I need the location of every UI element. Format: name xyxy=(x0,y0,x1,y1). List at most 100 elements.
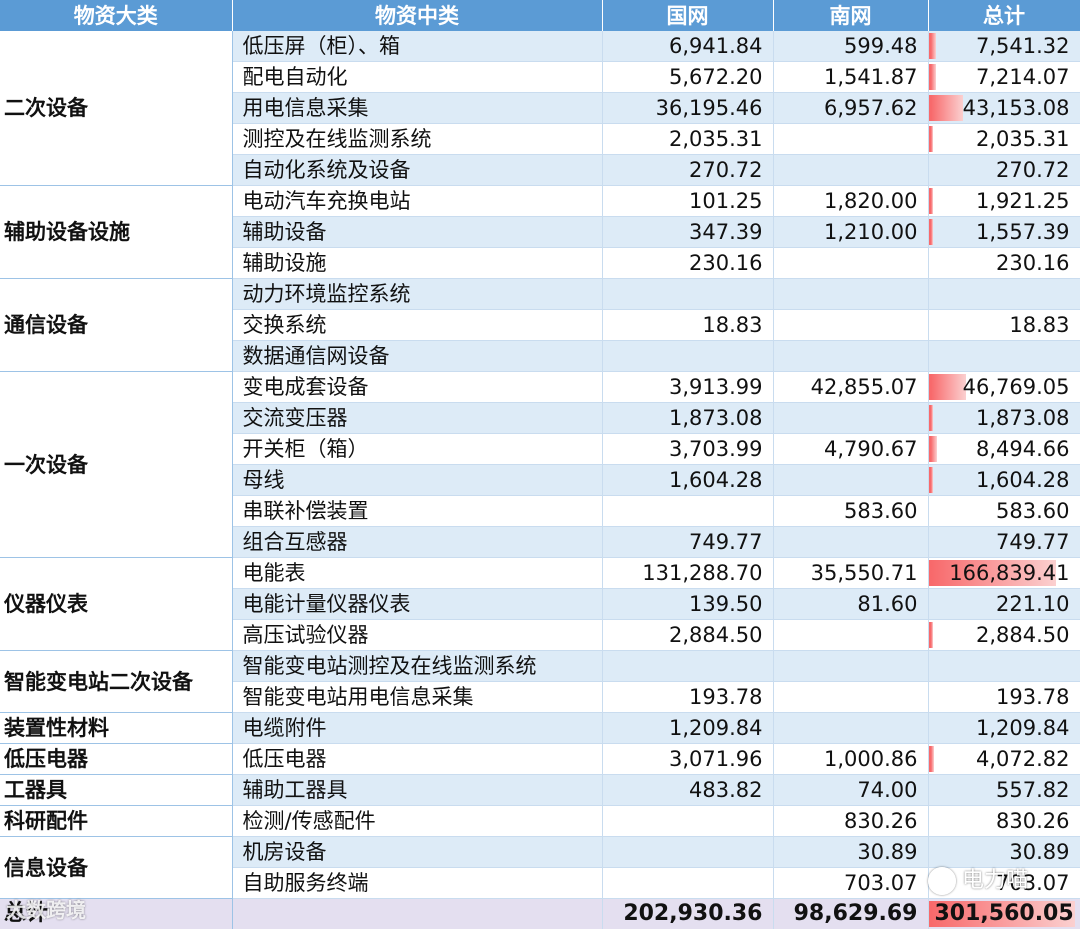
sgcc-cell[interactable]: 270.72 xyxy=(602,155,773,186)
header-subcategory[interactable]: 物资中类 xyxy=(232,0,602,31)
csg-cell[interactable]: 583.60 xyxy=(773,496,928,527)
sgcc-cell[interactable]: 6,941.84 xyxy=(602,31,773,62)
total-cell[interactable] xyxy=(928,651,1080,682)
sgcc-cell[interactable]: 36,195.46 xyxy=(602,93,773,124)
csg-cell[interactable]: 74.00 xyxy=(773,775,928,806)
total-cell[interactable]: 1,209.84 xyxy=(928,713,1080,744)
subcategory-cell[interactable]: 变电成套设备 xyxy=(232,372,602,403)
total-cell[interactable]: 43,153.08 xyxy=(928,93,1080,124)
subcategory-cell[interactable]: 电动汽车充换电站 xyxy=(232,186,602,217)
csg-cell[interactable]: 1,210.00 xyxy=(773,217,928,248)
csg-cell[interactable] xyxy=(773,248,928,279)
total-cell[interactable]: 583.60 xyxy=(928,496,1080,527)
total-cell[interactable]: 8,494.66 xyxy=(928,434,1080,465)
total-cell[interactable]: 270.72 xyxy=(928,155,1080,186)
csg-cell[interactable] xyxy=(773,713,928,744)
category-cell[interactable]: 工器具 xyxy=(0,775,232,806)
sgcc-cell[interactable]: 483.82 xyxy=(602,775,773,806)
header-sgcc[interactable]: 国网 xyxy=(602,0,773,31)
total-cell[interactable]: 166,839.41 xyxy=(928,558,1080,589)
subcategory-cell[interactable]: 数据通信网设备 xyxy=(232,341,602,372)
category-cell[interactable]: 装置性材料 xyxy=(0,713,232,744)
total-cell[interactable]: 7,214.07 xyxy=(928,62,1080,93)
sgcc-cell[interactable]: 101.25 xyxy=(602,186,773,217)
csg-cell[interactable]: 6,957.62 xyxy=(773,93,928,124)
grand-total-csg[interactable]: 98,629.69 xyxy=(773,899,928,929)
sgcc-cell[interactable]: 193.78 xyxy=(602,682,773,713)
subcategory-cell[interactable]: 电能表 xyxy=(232,558,602,589)
total-cell[interactable]: 749.77 xyxy=(928,527,1080,558)
csg-cell[interactable] xyxy=(773,465,928,496)
csg-cell[interactable]: 42,855.07 xyxy=(773,372,928,403)
csg-cell[interactable]: 30.89 xyxy=(773,837,928,868)
sgcc-cell[interactable] xyxy=(602,806,773,837)
header-csg[interactable]: 南网 xyxy=(773,0,928,31)
total-cell[interactable]: 230.16 xyxy=(928,248,1080,279)
sgcc-cell[interactable] xyxy=(602,651,773,682)
subcategory-cell[interactable]: 自助服务终端 xyxy=(232,868,602,899)
category-cell[interactable]: 仪器仪表 xyxy=(0,558,232,651)
category-cell[interactable]: 二次设备 xyxy=(0,31,232,186)
total-cell[interactable]: 2,035.31 xyxy=(928,124,1080,155)
sgcc-cell[interactable]: 1,209.84 xyxy=(602,713,773,744)
grand-total-total[interactable]: 301,560.05 xyxy=(928,899,1080,929)
subcategory-cell[interactable]: 串联补偿装置 xyxy=(232,496,602,527)
total-cell[interactable]: 557.82 xyxy=(928,775,1080,806)
csg-cell[interactable]: 1,820.00 xyxy=(773,186,928,217)
csg-cell[interactable]: 81.60 xyxy=(773,589,928,620)
subcategory-cell[interactable]: 电缆附件 xyxy=(232,713,602,744)
subcategory-cell[interactable]: 高压试验仪器 xyxy=(232,620,602,651)
csg-cell[interactable]: 599.48 xyxy=(773,31,928,62)
subcategory-cell[interactable]: 交流变压器 xyxy=(232,403,602,434)
subcategory-cell[interactable]: 测控及在线监测系统 xyxy=(232,124,602,155)
sgcc-cell[interactable]: 139.50 xyxy=(602,589,773,620)
csg-cell[interactable]: 1,000.86 xyxy=(773,744,928,775)
sgcc-cell[interactable] xyxy=(602,496,773,527)
subcategory-cell[interactable]: 智能变电站测控及在线监测系统 xyxy=(232,651,602,682)
total-cell[interactable]: 221.10 xyxy=(928,589,1080,620)
sgcc-cell[interactable]: 2,884.50 xyxy=(602,620,773,651)
total-cell[interactable] xyxy=(928,341,1080,372)
total-cell[interactable]: 1,873.08 xyxy=(928,403,1080,434)
sgcc-cell[interactable]: 3,703.99 xyxy=(602,434,773,465)
total-cell[interactable]: 46,769.05 xyxy=(928,372,1080,403)
subcategory-cell[interactable]: 配电自动化 xyxy=(232,62,602,93)
total-cell[interactable]: 1,921.25 xyxy=(928,186,1080,217)
sgcc-cell[interactable]: 347.39 xyxy=(602,217,773,248)
sgcc-cell[interactable] xyxy=(602,279,773,310)
total-cell[interactable]: 4,072.82 xyxy=(928,744,1080,775)
subcategory-cell[interactable]: 辅助设施 xyxy=(232,248,602,279)
csg-cell[interactable] xyxy=(773,620,928,651)
subcategory-cell[interactable]: 组合互感器 xyxy=(232,527,602,558)
csg-cell[interactable] xyxy=(773,651,928,682)
sgcc-cell[interactable]: 3,913.99 xyxy=(602,372,773,403)
total-cell[interactable]: 1,604.28 xyxy=(928,465,1080,496)
csg-cell[interactable]: 35,550.71 xyxy=(773,558,928,589)
csg-cell[interactable] xyxy=(773,682,928,713)
category-cell[interactable]: 低压电器 xyxy=(0,744,232,775)
category-cell[interactable]: 一次设备 xyxy=(0,372,232,558)
sgcc-cell[interactable]: 749.77 xyxy=(602,527,773,558)
subcategory-cell[interactable]: 交换系统 xyxy=(232,310,602,341)
subcategory-cell[interactable]: 低压电器 xyxy=(232,744,602,775)
total-cell[interactable]: 193.78 xyxy=(928,682,1080,713)
csg-cell[interactable] xyxy=(773,341,928,372)
subcategory-cell[interactable]: 检测/传感配件 xyxy=(232,806,602,837)
sgcc-cell[interactable] xyxy=(602,868,773,899)
csg-cell[interactable] xyxy=(773,310,928,341)
subcategory-cell[interactable]: 机房设备 xyxy=(232,837,602,868)
category-cell[interactable]: 信息设备 xyxy=(0,837,232,899)
total-cell[interactable]: 1,557.39 xyxy=(928,217,1080,248)
csg-cell[interactable]: 703.07 xyxy=(773,868,928,899)
subcategory-cell[interactable]: 智能变电站用电信息采集 xyxy=(232,682,602,713)
header-category[interactable]: 物资大类 xyxy=(0,0,232,31)
header-total[interactable]: 总计 xyxy=(928,0,1080,31)
total-cell[interactable]: 2,884.50 xyxy=(928,620,1080,651)
csg-cell[interactable] xyxy=(773,403,928,434)
total-cell[interactable]: 830.26 xyxy=(928,806,1080,837)
sgcc-cell[interactable]: 18.83 xyxy=(602,310,773,341)
csg-cell[interactable]: 4,790.67 xyxy=(773,434,928,465)
sgcc-cell[interactable]: 1,604.28 xyxy=(602,465,773,496)
csg-cell[interactable] xyxy=(773,124,928,155)
sgcc-cell[interactable]: 3,071.96 xyxy=(602,744,773,775)
